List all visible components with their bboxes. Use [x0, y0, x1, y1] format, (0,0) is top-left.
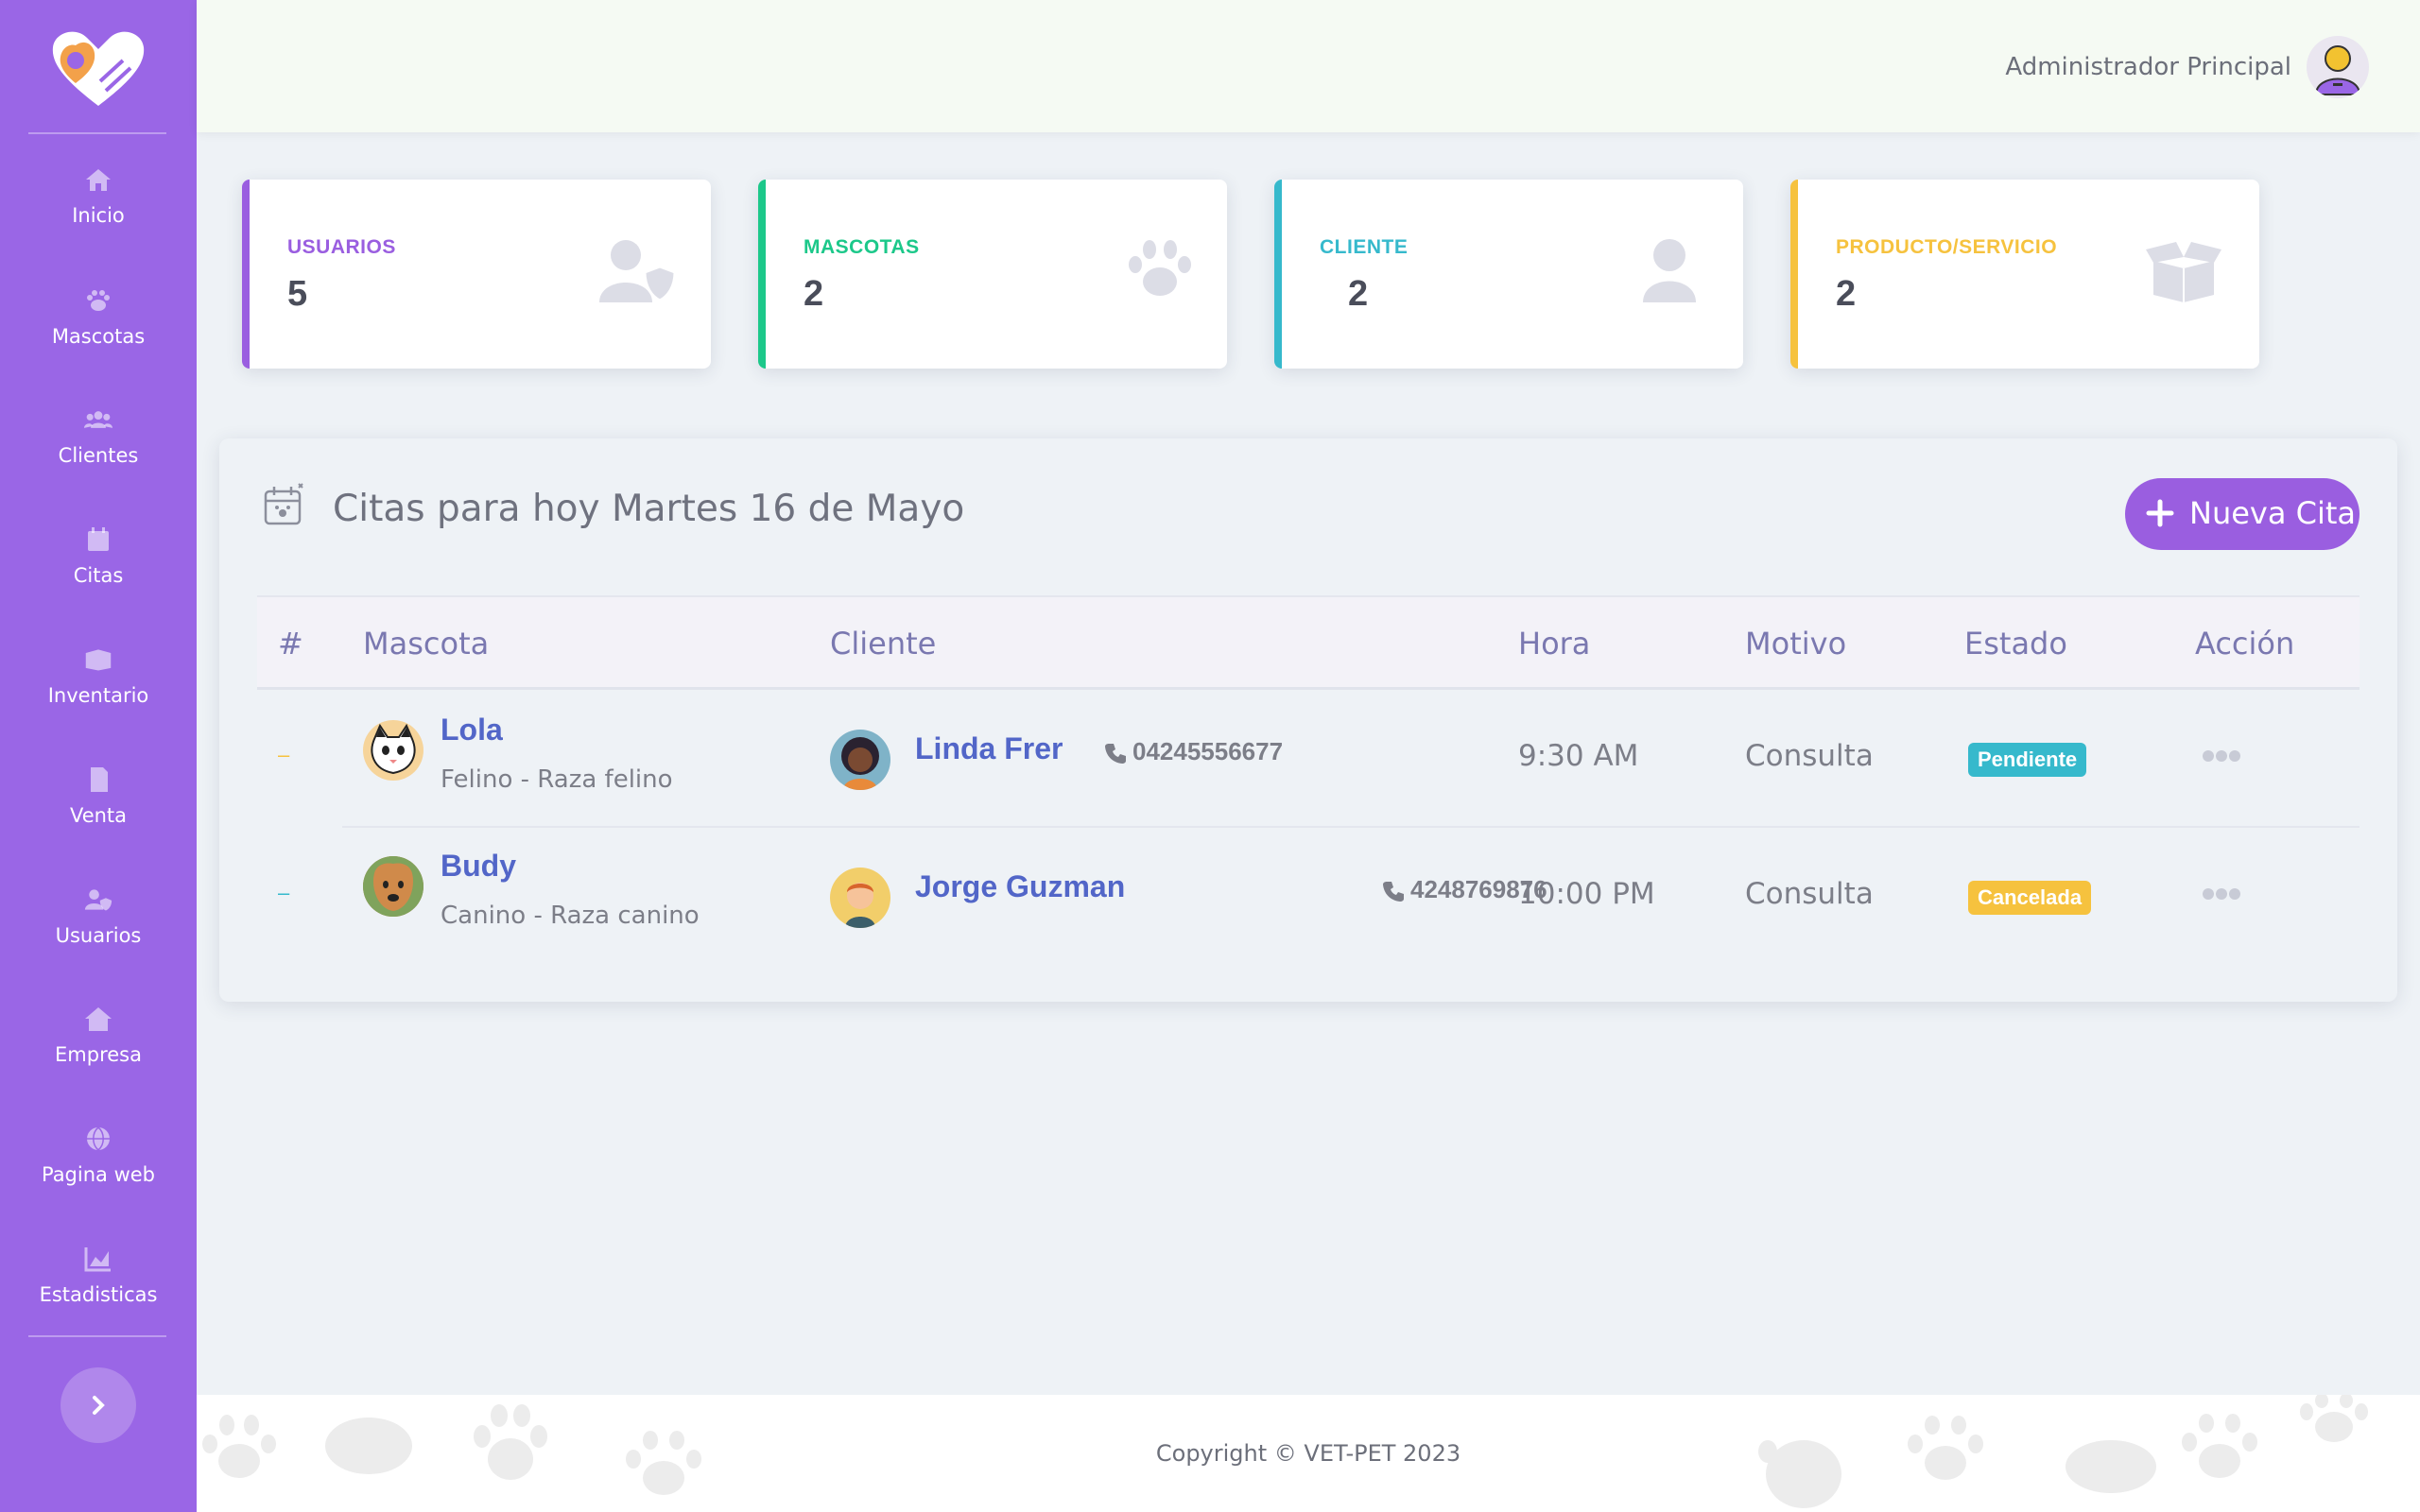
logo-icon[interactable]	[47, 25, 149, 110]
sidebar-item-clientes[interactable]: Clientes	[0, 406, 197, 510]
paw-print-icon	[2182, 1414, 2257, 1478]
status-badge: Pendiente	[1968, 743, 2087, 777]
users-icon	[84, 411, 112, 428]
stat-card-usuarios[interactable]: USUARIOS 5	[242, 180, 711, 369]
house-icon	[85, 1007, 112, 1031]
pet-name-link[interactable]: Lola	[441, 713, 503, 747]
column-header: Motivo	[1745, 626, 1847, 662]
pet-avatar	[363, 856, 424, 917]
paw-icon	[87, 290, 110, 311]
globe-icon	[87, 1126, 110, 1151]
more-options-icon[interactable]	[2201, 886, 2242, 902]
calendar-paw-icon	[264, 483, 303, 525]
pet-avatar	[363, 720, 424, 781]
appointment-time: 9:30 AM	[1518, 739, 1639, 773]
chart-icon	[84, 1247, 111, 1272]
sidebar-item-label: Usuarios	[55, 924, 142, 947]
paw-pad-icon	[2066, 1440, 2156, 1493]
sidebar-item-pagina-web[interactable]: Pagina web	[0, 1125, 197, 1229]
stat-value: 2	[1836, 274, 1857, 314]
stat-title: PRODUCTO/SERVICIO	[1836, 236, 2058, 258]
sidebar-item-usuarios[interactable]: Usuarios	[0, 886, 197, 990]
status-badge: Cancelada	[1968, 881, 2092, 915]
plus-icon	[2146, 499, 2174, 527]
user-shield-icon	[84, 889, 112, 911]
sidebar-item-estadisticas[interactable]: Estadisticas	[0, 1246, 197, 1349]
sidebar-item-mascotas[interactable]: Mascotas	[0, 287, 197, 391]
column-header: Mascota	[363, 626, 490, 662]
table-header: # Mascota Cliente Hora Motivo Estado Acc…	[257, 595, 2360, 690]
stat-value: 2	[1348, 274, 1369, 314]
client-name-link[interactable]: Linda Frer	[915, 731, 1063, 766]
column-header: Hora	[1518, 626, 1591, 662]
sidebar-item-label: Clientes	[58, 444, 139, 467]
paw-print-icon	[1758, 1440, 1841, 1508]
sidebar-item-label: Venta	[69, 804, 128, 827]
chevron-right-icon	[93, 1396, 105, 1415]
phone-icon	[1383, 882, 1404, 902]
user-shield-icon	[599, 240, 677, 302]
receipt-icon	[91, 767, 108, 792]
paw-print-icon	[1908, 1416, 1983, 1480]
sidebar-item-label: Pagina web	[41, 1163, 156, 1186]
client-avatar	[830, 730, 890, 790]
sidebar-item-empresa[interactable]: Empresa	[0, 1005, 197, 1109]
table-row: – Budy Canino - Raza canino Jorge Guzman…	[257, 828, 2360, 966]
paw-print-icon	[2300, 1395, 2368, 1442]
user-icon	[1643, 239, 1696, 302]
client-phone-number: 04245556677	[1132, 737, 1284, 765]
paw-icon	[1129, 240, 1191, 296]
pet-name-link[interactable]: Budy	[441, 849, 516, 884]
appointment-time: 10:00 PM	[1518, 877, 1655, 911]
row-index: –	[278, 743, 290, 766]
sidebar: Inicio Mascotas Clientes Citas Inventari…	[0, 0, 197, 1512]
new-appointment-label: Nueva Cita	[2189, 495, 2357, 531]
avatar[interactable]	[2307, 36, 2369, 98]
topbar: Administrador Principal	[197, 0, 2420, 132]
column-header: #	[278, 626, 303, 662]
column-header: Acción	[2195, 626, 2295, 662]
calendar-icon	[88, 527, 109, 551]
row-index: –	[278, 881, 290, 904]
sidebar-item-label: Inventario	[47, 684, 149, 707]
client-avatar	[830, 868, 890, 928]
client-phone: 04245556677	[1104, 737, 1283, 766]
pet-detail: Felino - Raza felino	[441, 765, 673, 794]
column-header: Cliente	[830, 626, 937, 662]
appointment-reason: Consulta	[1745, 739, 1874, 773]
table-row: – Lola Felino - Raza felino Linda Frer 0…	[257, 690, 2360, 828]
sidebar-item-citas[interactable]: Citas	[0, 526, 197, 630]
user-name[interactable]: Administrador Principal	[2005, 53, 2291, 81]
stat-value: 5	[287, 274, 308, 314]
home-icon	[86, 169, 111, 191]
stat-card-producto-servicio[interactable]: PRODUCTO/SERVICIO 2	[1790, 180, 2259, 369]
client-name-link[interactable]: Jorge Guzman	[915, 869, 1125, 904]
sidebar-item-label: Inicio	[72, 204, 125, 227]
sidebar-item-inicio[interactable]: Inicio	[0, 166, 197, 270]
stat-card-cliente[interactable]: CLIENTE 2	[1274, 180, 1743, 369]
column-header: Estado	[1964, 626, 2067, 662]
stat-title: CLIENTE	[1320, 236, 1409, 258]
appointments-panel: Citas para hoy Martes 16 de Mayo Nueva C…	[219, 438, 2397, 1002]
stat-title: USUARIOS	[287, 236, 396, 258]
sidebar-item-label: Mascotas	[51, 325, 146, 348]
new-appointment-button[interactable]: Nueva Cita	[2125, 478, 2360, 550]
sidebar-item-label: Estadisticas	[39, 1283, 158, 1306]
more-options-icon[interactable]	[2201, 748, 2242, 764]
box-open-icon	[2146, 242, 2221, 302]
appointment-reason: Consulta	[1745, 877, 1874, 911]
panel-title: Citas para hoy Martes 16 de Mayo	[333, 488, 965, 530]
stat-title: MASCOTAS	[804, 236, 920, 258]
sidebar-item-label: Citas	[73, 564, 124, 587]
sidebar-item-label: Empresa	[55, 1043, 142, 1066]
box-icon	[85, 649, 112, 671]
sidebar-item-venta[interactable]: Venta	[0, 766, 197, 870]
sidebar-toggle-button[interactable]	[60, 1367, 136, 1443]
sidebar-item-inventario[interactable]: Inventario	[0, 646, 197, 750]
pet-detail: Canino - Raza canino	[441, 902, 700, 930]
footer: Copyright © VET-PET 2023	[197, 1395, 2420, 1512]
stat-card-mascotas[interactable]: MASCOTAS 2	[758, 180, 1227, 369]
phone-icon	[1105, 744, 1126, 765]
stat-value: 2	[804, 274, 824, 314]
